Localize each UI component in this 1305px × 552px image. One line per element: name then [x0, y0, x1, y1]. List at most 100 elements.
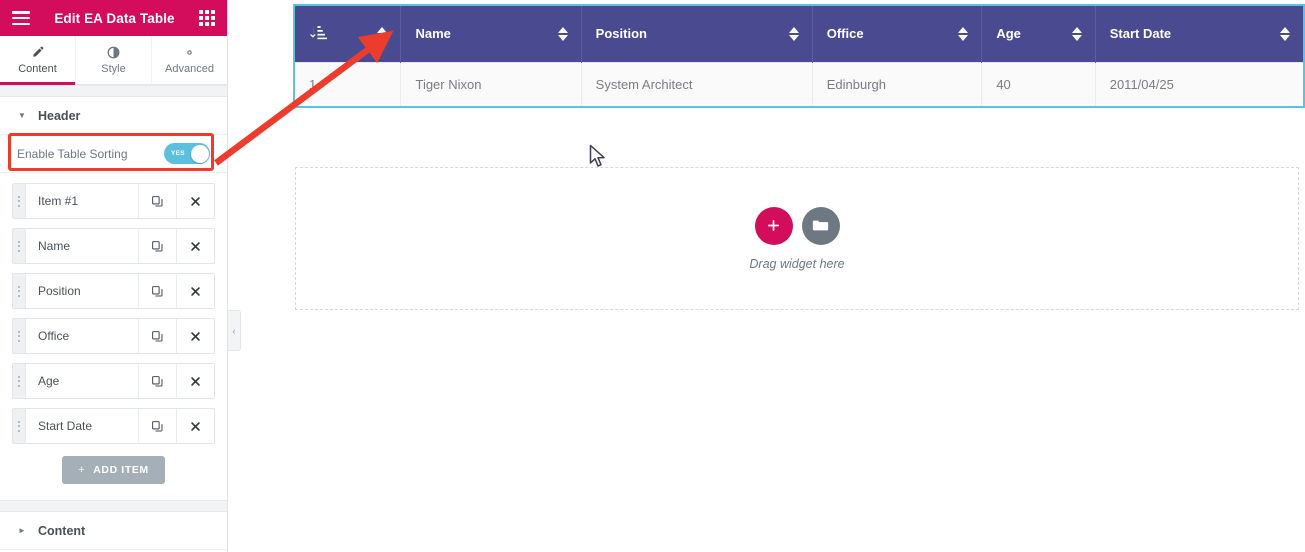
- repeater-item[interactable]: Age: [12, 363, 215, 399]
- tab-content-label: Content: [18, 63, 57, 75]
- plus-icon: +: [78, 464, 86, 476]
- clone-icon[interactable]: [138, 184, 176, 218]
- table-cell-position: System Architect: [581, 61, 813, 106]
- panel-header: Edit EA Data Table: [0, 0, 227, 36]
- section-header-header[interactable]: ▼ Header: [0, 97, 227, 135]
- data-table-body: 1 Tiger Nixon System Architect Edinburgh…: [295, 61, 1303, 106]
- column-sort-arrows: [1071, 26, 1082, 42]
- column-sort-arrows: [1280, 26, 1290, 42]
- repeater-item[interactable]: Office: [12, 318, 215, 354]
- table-header-label: Name: [415, 26, 451, 42]
- enable-table-sorting-toggle[interactable]: YES: [164, 143, 210, 164]
- repeater-item-title[interactable]: Office: [26, 319, 138, 353]
- table-header-cell-age[interactable]: Age: [981, 6, 1096, 62]
- repeater-item-title[interactable]: Start Date: [26, 409, 138, 443]
- close-x-icon[interactable]: [176, 274, 214, 308]
- pencil-icon: [31, 45, 44, 59]
- sort-numeric-down-icon: [309, 24, 327, 42]
- table-header-cell-position[interactable]: Position: [581, 6, 813, 62]
- table-cell-office: Edinburgh: [812, 61, 983, 106]
- toggle-knob: [190, 144, 209, 163]
- gear-icon: [183, 45, 196, 59]
- clone-icon[interactable]: [138, 409, 176, 443]
- drag-handle-icon[interactable]: [13, 364, 26, 398]
- table-header-cell-startdate[interactable]: Start Date: [1095, 6, 1303, 62]
- repeater-item[interactable]: Start Date: [12, 408, 215, 444]
- repeater-item-title[interactable]: Name: [26, 229, 138, 263]
- close-x-icon[interactable]: [176, 229, 214, 263]
- repeater-item[interactable]: Position: [12, 273, 215, 309]
- clone-icon[interactable]: [138, 229, 176, 263]
- drag-handle-icon[interactable]: [13, 229, 26, 263]
- table-header-cell-name[interactable]: Name: [400, 6, 582, 62]
- section-header-content[interactable]: ► Content: [0, 512, 227, 550]
- table-header-label: Age: [996, 26, 1021, 42]
- table-header-row: Name Position Office Age Start Date: [295, 6, 1303, 62]
- clone-icon[interactable]: [138, 274, 176, 308]
- data-table: Name Position Office Age Start Date 1 Ti…: [295, 6, 1303, 106]
- table-header-label: Start Date: [1109, 26, 1172, 42]
- section-divider-top: [0, 85, 227, 97]
- drag-handle-icon[interactable]: [13, 319, 26, 353]
- elementor-editor: Edit EA Data Table Content Style Advance…: [0, 0, 1305, 552]
- drag-handle-icon[interactable]: [13, 274, 26, 308]
- repeater-item[interactable]: Name: [12, 228, 215, 264]
- chevron-right-icon: ►: [18, 526, 26, 535]
- table-cell-startdate: 2011/04/25: [1095, 61, 1303, 106]
- dropzone-buttons: [754, 206, 840, 245]
- toggle-yes-label: YES: [171, 150, 185, 157]
- panel-body: ▼ Header Enable Table Sorting YES Item #…: [0, 85, 227, 552]
- column-sort-arrows: [788, 26, 799, 42]
- table-cell-name: Tiger Nixon: [400, 61, 582, 106]
- close-x-icon[interactable]: [176, 319, 214, 353]
- enable-table-sorting-row: Enable Table Sorting YES: [0, 135, 227, 173]
- tab-style[interactable]: Style: [76, 36, 152, 84]
- hamburger-menu-icon[interactable]: [12, 11, 30, 25]
- widgets-grid-icon[interactable]: [199, 10, 215, 26]
- tab-content[interactable]: Content: [0, 36, 76, 85]
- section-header-label: Header: [38, 108, 81, 123]
- tab-advanced[interactable]: Advanced: [152, 36, 227, 84]
- drag-handle-icon[interactable]: [13, 409, 26, 443]
- column-sort-arrows: [958, 26, 969, 42]
- table-cell-index: 1: [295, 61, 402, 106]
- table-row: 1 Tiger Nixon System Architect Edinburgh…: [295, 61, 1303, 106]
- close-x-icon[interactable]: [176, 184, 214, 218]
- columns-repeater: Item #1 Name Position Office Age Start D…: [0, 173, 227, 453]
- contrast-half-circle-icon: [107, 45, 120, 59]
- enable-table-sorting-label: Enable Table Sorting: [17, 146, 128, 161]
- chevron-down-icon: ▼: [18, 111, 26, 120]
- clone-icon[interactable]: [138, 319, 176, 353]
- template-library-button[interactable]: [801, 206, 840, 245]
- panel-collapse-handle[interactable]: ‹: [228, 310, 241, 351]
- elementor-panel: Edit EA Data Table Content Style Advance…: [0, 0, 228, 552]
- section-divider-bottom: [0, 500, 227, 512]
- column-sort-arrows: [557, 26, 568, 42]
- close-x-icon[interactable]: [176, 364, 214, 398]
- section-content-label: Content: [38, 523, 86, 538]
- repeater-item-title[interactable]: Age: [26, 364, 138, 398]
- tab-style-label: Style: [101, 63, 126, 75]
- tab-advanced-label: Advanced: [165, 63, 214, 75]
- repeater-item-title[interactable]: Position: [26, 274, 138, 308]
- panel-tabs: Content Style Advanced: [0, 36, 227, 85]
- clone-icon[interactable]: [138, 364, 176, 398]
- widget-dropzone[interactable]: Drag widget here: [295, 167, 1299, 310]
- table-header-label: Office: [826, 26, 864, 42]
- drag-handle-icon[interactable]: [13, 184, 26, 218]
- add-item-container: + ADD ITEM: [0, 453, 227, 500]
- repeater-item[interactable]: Item #1: [12, 183, 215, 219]
- data-table-widget[interactable]: Name Position Office Age Start Date 1 Ti…: [293, 4, 1305, 108]
- table-header-cell-office[interactable]: Office: [812, 6, 983, 62]
- close-x-icon[interactable]: [176, 409, 214, 443]
- repeater-item-title[interactable]: Item #1: [26, 184, 138, 218]
- data-table-head: Name Position Office Age Start Date: [295, 6, 1303, 62]
- add-item-label: ADD ITEM: [93, 464, 149, 476]
- table-header-cell-index[interactable]: [295, 6, 402, 62]
- add-item-button[interactable]: + ADD ITEM: [62, 456, 165, 484]
- add-widget-button[interactable]: [754, 206, 793, 245]
- panel-title: Edit EA Data Table: [54, 10, 175, 26]
- editor-canvas: ‹ Name Position Office Age Start Date 1 …: [228, 0, 1305, 552]
- dropzone-label: Drag widget here: [749, 256, 845, 271]
- column-sort-arrows: [377, 26, 388, 42]
